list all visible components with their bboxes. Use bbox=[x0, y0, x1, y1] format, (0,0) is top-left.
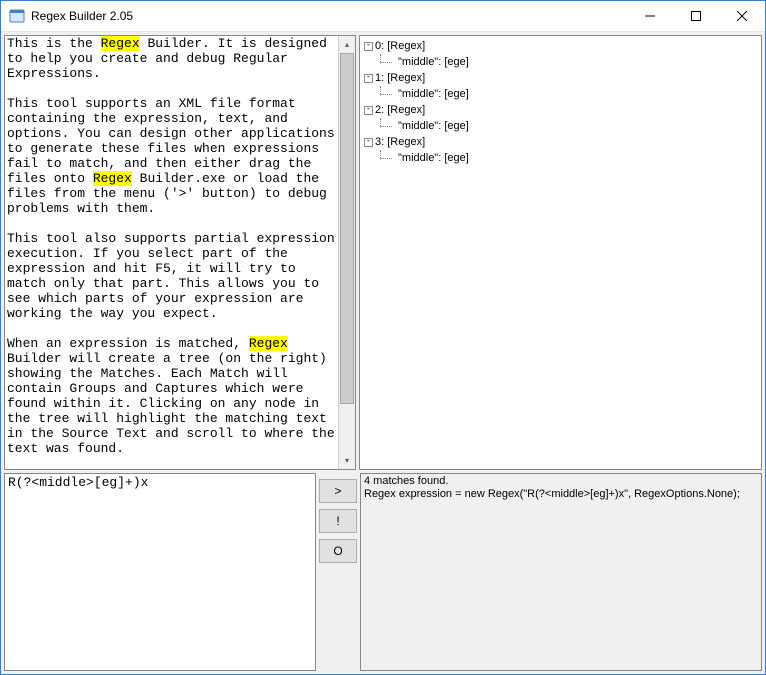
regex-pattern-field[interactable]: R(?<middle>[eg]+)x bbox=[5, 474, 315, 491]
tree-match-row[interactable]: - 1: [Regex] bbox=[364, 70, 757, 86]
tree-node-label: 0: [Regex] bbox=[375, 38, 425, 54]
tree-match-row[interactable]: - 0: [Regex] bbox=[364, 38, 757, 54]
tree-line-icon bbox=[376, 86, 394, 102]
tree-group-row[interactable]: "middle": [ege] bbox=[376, 150, 757, 166]
titlebar: Regex Builder 2.05 bbox=[1, 1, 765, 32]
vertical-scrollbar[interactable]: ▴ ▾ bbox=[338, 36, 355, 469]
scroll-down-icon[interactable]: ▾ bbox=[339, 452, 355, 469]
tree-child-label: "middle": [ege] bbox=[398, 150, 469, 166]
source-text[interactable]: This is the Regex Builder. It is designe… bbox=[7, 36, 336, 469]
tree-line-icon bbox=[376, 54, 394, 70]
client-area: This is the Regex Builder. It is designe… bbox=[1, 32, 765, 674]
tree-child-label: "middle": [ege] bbox=[398, 118, 469, 134]
status-panel: 4 matches found. Regex expression = new … bbox=[360, 473, 762, 671]
tree-node-label: 3: [Regex] bbox=[375, 134, 425, 150]
app-window: Regex Builder 2.05 This is the Regex Bui… bbox=[0, 0, 766, 675]
tree-line-icon bbox=[376, 118, 394, 134]
tree-node: - 2: [Regex]"middle": [ege] bbox=[364, 102, 757, 134]
match-tree-panel[interactable]: - 0: [Regex]"middle": [ege]- 1: [Regex]"… bbox=[359, 35, 762, 470]
scroll-up-icon[interactable]: ▴ bbox=[339, 36, 355, 53]
tree-group-row[interactable]: "middle": [ege] bbox=[376, 54, 757, 70]
tree-node-label: 1: [Regex] bbox=[375, 70, 425, 86]
app-icon bbox=[9, 8, 25, 24]
status-line-code: Regex expression = new Regex("R(?<middle… bbox=[364, 488, 758, 501]
match-highlight: Regex bbox=[93, 171, 132, 186]
source-text-panel[interactable]: This is the Regex Builder. It is designe… bbox=[4, 35, 356, 470]
minimize-button[interactable] bbox=[627, 1, 673, 31]
close-button[interactable] bbox=[719, 1, 765, 31]
tree-group-row[interactable]: "middle": [ege] bbox=[376, 118, 757, 134]
tree-child-label: "middle": [ege] bbox=[398, 86, 469, 102]
button-column: > ! O bbox=[319, 473, 357, 671]
tree-node: - 1: [Regex]"middle": [ege] bbox=[364, 70, 757, 102]
status-line-matches: 4 matches found. bbox=[364, 475, 758, 488]
expander-icon[interactable]: - bbox=[364, 138, 373, 147]
match-highlight: Regex bbox=[249, 336, 288, 351]
tree-child-label: "middle": [ege] bbox=[398, 54, 469, 70]
maximize-button[interactable] bbox=[673, 1, 719, 31]
outline-button[interactable]: O bbox=[319, 539, 357, 563]
tree-match-row[interactable]: - 3: [Regex] bbox=[364, 134, 757, 150]
tree-group-row[interactable]: "middle": [ege] bbox=[376, 86, 757, 102]
scroll-track[interactable] bbox=[339, 53, 355, 452]
tree-node: - 3: [Regex]"middle": [ege] bbox=[364, 134, 757, 166]
regex-input-panel[interactable]: R(?<middle>[eg]+)x bbox=[4, 473, 316, 671]
tree-node: - 0: [Regex]"middle": [ege] bbox=[364, 38, 757, 70]
scroll-thumb[interactable] bbox=[340, 53, 354, 404]
tree-match-row[interactable]: - 2: [Regex] bbox=[364, 102, 757, 118]
expander-icon[interactable]: - bbox=[364, 42, 373, 51]
expander-icon[interactable]: - bbox=[364, 106, 373, 115]
match-highlight: Regex bbox=[101, 36, 140, 51]
run-button[interactable]: > bbox=[319, 479, 357, 503]
tree-line-icon bbox=[376, 150, 394, 166]
window-title: Regex Builder 2.05 bbox=[31, 9, 133, 23]
tree-node-label: 2: [Regex] bbox=[375, 102, 425, 118]
expander-icon[interactable]: - bbox=[364, 74, 373, 83]
options-button[interactable]: ! bbox=[319, 509, 357, 533]
